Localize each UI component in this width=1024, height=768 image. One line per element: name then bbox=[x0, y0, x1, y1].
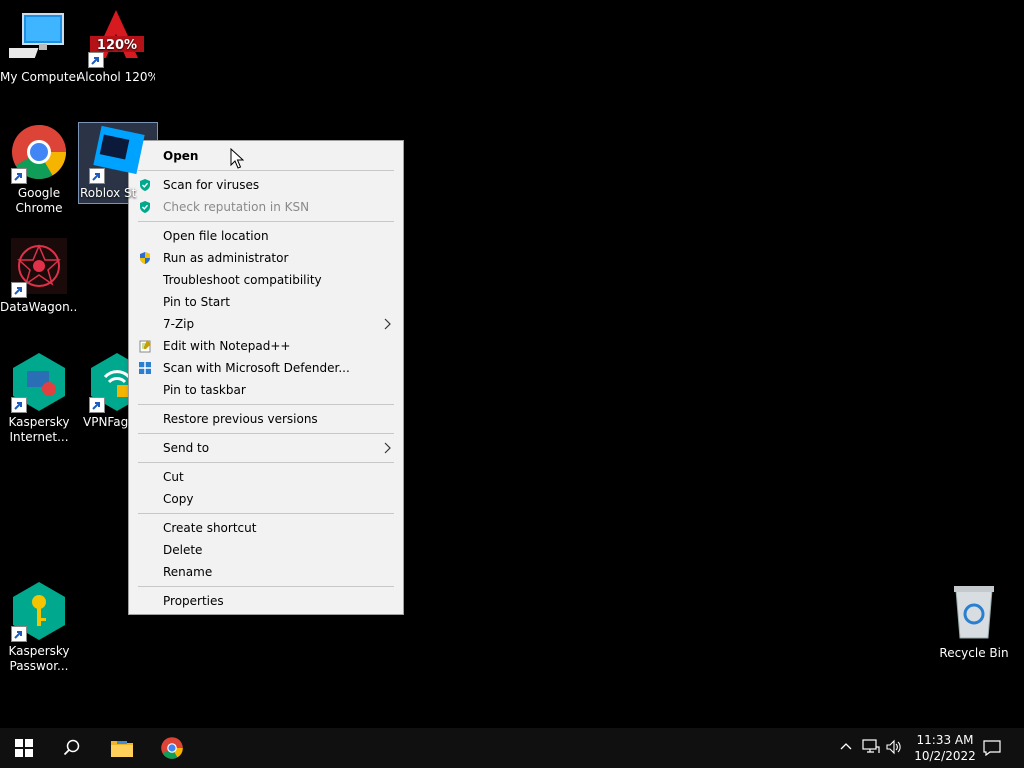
menu-item-label: Scan with Microsoft Defender... bbox=[163, 361, 350, 375]
shortcut-arrow-icon bbox=[11, 626, 27, 642]
network-icon[interactable] bbox=[862, 739, 880, 755]
desktop-icon-datawagon[interactable]: DataWagon... bbox=[0, 238, 78, 315]
chrome-icon bbox=[161, 737, 183, 759]
clock-time: 11:33 AM bbox=[916, 733, 974, 747]
computer-icon bbox=[9, 13, 64, 58]
shortcut-arrow-icon bbox=[11, 168, 27, 184]
menu-item-label: Troubleshoot compatibility bbox=[163, 273, 322, 287]
shortcut-arrow-icon bbox=[89, 397, 105, 413]
notification-center-icon[interactable] bbox=[983, 740, 1001, 756]
menu-separator bbox=[138, 404, 394, 405]
menu-item-open[interactable]: Open bbox=[129, 145, 403, 167]
menu-item-label: Delete bbox=[163, 543, 203, 557]
menu-item-label: Copy bbox=[163, 492, 194, 506]
windows-logo-icon bbox=[15, 739, 33, 757]
menu-item-pin-to-taskbar[interactable]: Pin to taskbar bbox=[129, 379, 403, 401]
menu-item-pin-to-start[interactable]: Pin to Start bbox=[129, 291, 403, 313]
menu-item-label: Send to bbox=[163, 441, 210, 455]
search-icon bbox=[63, 739, 80, 756]
desktop-icon-label: Google Chrome bbox=[15, 186, 63, 215]
desktop-icon-label: Kaspersky Internet... bbox=[8, 415, 70, 444]
uac-shield-icon bbox=[138, 251, 152, 265]
desktop-icon-roblox-studio[interactable]: Roblox St bbox=[78, 122, 158, 204]
menu-item-7zip[interactable]: 7-Zip bbox=[129, 313, 403, 335]
defender-icon bbox=[138, 361, 152, 375]
menu-item-run-as-administrator[interactable]: Run as administrator bbox=[129, 247, 403, 269]
start-button[interactable] bbox=[0, 728, 48, 768]
shortcut-arrow-icon bbox=[11, 397, 27, 413]
menu-item-label: Create shortcut bbox=[163, 521, 257, 535]
menu-item-restore-previous-versions[interactable]: Restore previous versions bbox=[129, 408, 403, 430]
folder-icon bbox=[111, 741, 133, 757]
menu-item-properties[interactable]: Properties bbox=[129, 590, 403, 612]
clock-date: 10/2/2022 bbox=[914, 749, 976, 763]
menu-item-label: Cut bbox=[163, 470, 184, 484]
menu-item-copy[interactable]: Copy bbox=[129, 488, 403, 510]
menu-item-cut[interactable]: Cut bbox=[129, 466, 403, 488]
chevron-right-icon bbox=[383, 437, 393, 461]
menu-item-create-shortcut[interactable]: Create shortcut bbox=[129, 517, 403, 539]
search-button[interactable] bbox=[48, 728, 96, 768]
recycle-bin-icon bbox=[954, 586, 994, 639]
menu-item-open-file-location[interactable]: Open file location bbox=[129, 225, 403, 247]
desktop-icon-label: DataWagon... bbox=[0, 300, 78, 314]
taskbar: 11:33 AM 10/2/2022 bbox=[0, 728, 1024, 768]
desktop-icon-my-computer[interactable]: My Computer bbox=[0, 8, 78, 85]
menu-item-label: Scan for viruses bbox=[163, 178, 260, 192]
desktop-icon-kaspersky-password[interactable]: Kaspersky Passwor... bbox=[0, 582, 78, 674]
menu-item-scan-for-viruses[interactable]: Scan for viruses bbox=[129, 174, 403, 196]
desktop-icon-label: Kaspersky Passwor... bbox=[8, 644, 70, 673]
desktop-icon-google-chrome[interactable]: Google Chrome bbox=[0, 124, 78, 216]
menu-item-check-reputation[interactable]: Check reputation in KSN bbox=[129, 196, 403, 218]
menu-separator bbox=[138, 462, 394, 463]
desktop-icon-recycle-bin[interactable]: Recycle Bin bbox=[935, 584, 1013, 661]
shortcut-arrow-icon bbox=[11, 282, 27, 298]
desktop-icon-alcohol-120[interactable]: 120% Alcohol 120% bbox=[77, 8, 155, 85]
context-menu: Open Scan for viruses Check reputation i… bbox=[128, 140, 404, 615]
taskbar-file-explorer[interactable] bbox=[98, 728, 146, 768]
menu-item-edit-with-notepadpp[interactable]: Edit with Notepad++ bbox=[129, 335, 403, 357]
menu-item-rename[interactable]: Rename bbox=[129, 561, 403, 583]
kaspersky-shield-icon bbox=[138, 200, 152, 214]
menu-separator bbox=[138, 433, 394, 434]
menu-item-label: Properties bbox=[163, 594, 224, 608]
desktop-icon-kaspersky-internet[interactable]: Kaspersky Internet... bbox=[0, 353, 78, 445]
menu-item-label: 7-Zip bbox=[163, 317, 195, 331]
menu-item-label: Open file location bbox=[163, 229, 269, 243]
chevron-up-icon[interactable] bbox=[840, 740, 852, 752]
menu-item-label: Edit with Notepad++ bbox=[163, 339, 291, 353]
menu-item-troubleshoot-compatibility[interactable]: Troubleshoot compatibility bbox=[129, 269, 403, 291]
menu-item-label: Check reputation in KSN bbox=[163, 200, 310, 214]
desktop-icon-label: Alcohol 120% bbox=[77, 70, 155, 84]
desktop-icon-label: My Computer bbox=[0, 70, 78, 84]
volume-icon[interactable] bbox=[886, 739, 902, 755]
svg-text:120%: 120% bbox=[97, 38, 137, 53]
mouse-cursor-icon bbox=[230, 148, 244, 169]
menu-separator bbox=[138, 513, 394, 514]
menu-separator bbox=[138, 170, 394, 171]
desktop-icon-label: Recycle Bin bbox=[939, 646, 1009, 660]
menu-separator bbox=[138, 586, 394, 587]
menu-item-scan-with-defender[interactable]: Scan with Microsoft Defender... bbox=[129, 357, 403, 379]
menu-item-label: Pin to taskbar bbox=[163, 383, 246, 397]
taskbar-chrome[interactable] bbox=[148, 728, 196, 768]
menu-item-send-to[interactable]: Send to bbox=[129, 437, 403, 459]
system-clock[interactable]: 11:33 AM 10/2/2022 bbox=[910, 732, 980, 764]
shortcut-arrow-icon bbox=[88, 52, 104, 68]
menu-item-label: Pin to Start bbox=[163, 295, 230, 309]
menu-item-label: Run as administrator bbox=[163, 251, 289, 265]
menu-item-label: Open bbox=[163, 149, 199, 163]
desktop-icon-label: Roblox St bbox=[80, 186, 137, 200]
menu-item-delete[interactable]: Delete bbox=[129, 539, 403, 561]
shortcut-arrow-icon bbox=[89, 168, 105, 184]
notepadpp-icon bbox=[138, 339, 152, 353]
menu-item-label: Rename bbox=[163, 565, 213, 579]
chevron-right-icon bbox=[383, 313, 393, 337]
menu-item-label: Restore previous versions bbox=[163, 412, 318, 426]
menu-separator bbox=[138, 221, 394, 222]
